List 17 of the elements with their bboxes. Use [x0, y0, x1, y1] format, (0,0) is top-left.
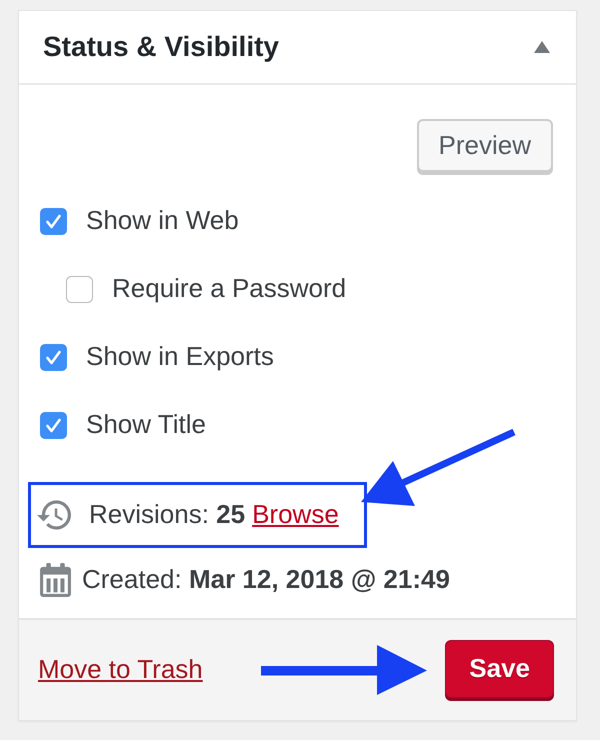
history-icon [37, 500, 71, 530]
checkbox[interactable] [40, 208, 67, 234]
checkbox-label[interactable]: Show Title [86, 409, 206, 441]
caret-icon[interactable] [534, 41, 550, 53]
checkbox[interactable] [40, 412, 67, 438]
checkbox-label[interactable]: Show in Web [86, 205, 239, 237]
created-date: Created: Mar 12, 2018 @ 21:49 [82, 564, 450, 596]
checkbox[interactable] [40, 344, 67, 370]
calendar-icon [40, 563, 71, 597]
checkbox[interactable] [66, 276, 93, 302]
preview-button[interactable]: Preview [416, 119, 553, 172]
browse-link[interactable]: Browse [252, 499, 339, 531]
checkbox-label[interactable]: Require a Password [112, 273, 346, 305]
panel-title: Status & Visibility [43, 31, 279, 63]
revisions-label: Revisions: 25 [89, 499, 246, 531]
checkbox-label[interactable]: Show in Exports [86, 341, 274, 373]
move-to-trash-link[interactable]: Move to Trash [38, 654, 203, 686]
